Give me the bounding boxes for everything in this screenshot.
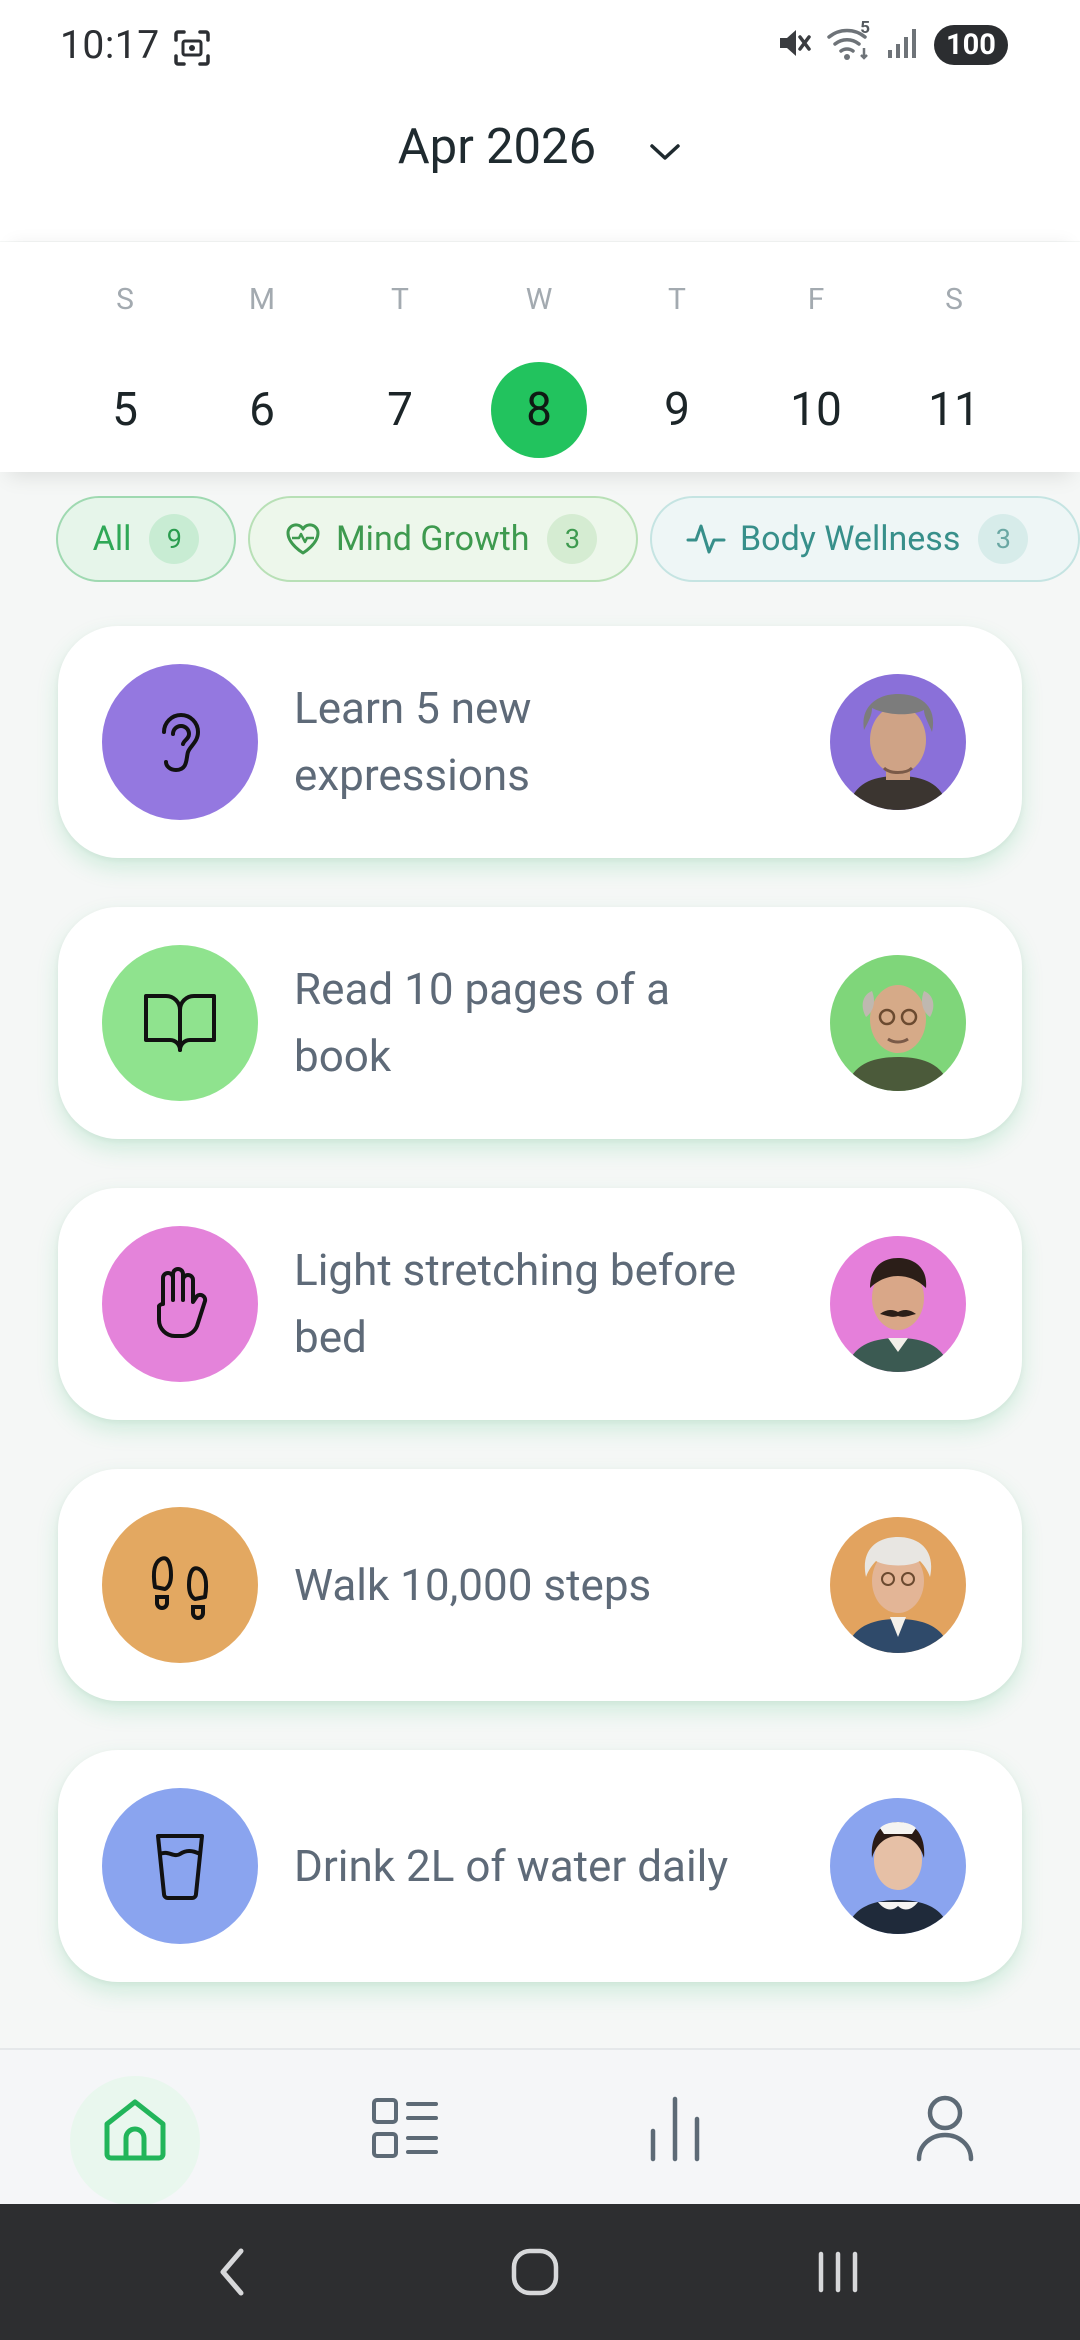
- habit-title: Drink 2L of water daily: [294, 1839, 729, 1892]
- filter-chip-body-wellness[interactable]: Body Wellness 3: [650, 496, 1080, 582]
- weekday-label: F: [807, 282, 825, 317]
- chip-label: Body Wellness: [740, 519, 961, 559]
- wifi-icon: 5: [826, 18, 872, 66]
- screenshot-icon: [172, 28, 212, 72]
- avatar: [830, 674, 966, 810]
- mute-icon: [774, 24, 812, 66]
- back-button[interactable]: [172, 2204, 292, 2340]
- recents-icon: [818, 2251, 858, 2293]
- activity-icon: [686, 524, 726, 554]
- date-cell-selected[interactable]: 8: [489, 362, 589, 458]
- habit-icon-badge: [102, 1788, 258, 1944]
- date-cell[interactable]: 5: [75, 362, 175, 458]
- wifi-badge: 5: [860, 18, 870, 38]
- week-calendar: S M T W T F S 5 6 7 8 9 10 11: [0, 242, 1080, 472]
- system-navigation-bar: [0, 2204, 1080, 2340]
- glass-water-icon: [156, 1834, 204, 1900]
- weekday-label: S: [945, 282, 963, 317]
- profile-icon: [916, 2095, 974, 2162]
- nav-list[interactable]: [330, 2050, 480, 2206]
- chip-count: 9: [149, 514, 200, 564]
- chip-count: 3: [547, 514, 598, 564]
- footprints-icon: [151, 1556, 209, 1620]
- date-cell[interactable]: 11: [904, 362, 1004, 458]
- battery-indicator: 100: [934, 25, 1008, 65]
- filter-chip-mind-growth[interactable]: Mind Growth 3: [248, 496, 638, 582]
- date-cell[interactable]: 6: [212, 362, 312, 458]
- header: Apr 2026: [0, 96, 1080, 241]
- ear-icon: [162, 713, 201, 773]
- weekday-label: T: [668, 282, 686, 317]
- weekday-label: W: [525, 282, 553, 317]
- habit-icon-badge: [102, 945, 258, 1101]
- circle-home-icon: [511, 2248, 559, 2296]
- date-cell[interactable]: 7: [350, 362, 450, 458]
- habit-title: Read 10 pages of a book: [294, 963, 671, 1082]
- date-cell[interactable]: 10: [766, 362, 866, 458]
- habit-icon-badge: [102, 1226, 258, 1382]
- home-button[interactable]: [475, 2204, 595, 2340]
- weekday-label: M: [248, 282, 276, 317]
- weekday-label: T: [391, 282, 409, 317]
- heart-pulse-icon: [286, 523, 320, 555]
- avatar: [830, 1236, 966, 1372]
- habit-icon-badge: [102, 664, 258, 820]
- habit-title: Light stretching before bed: [294, 1244, 737, 1363]
- chevron-down-icon: [648, 118, 682, 175]
- month-label: Apr 2026: [397, 118, 597, 175]
- recents-button[interactable]: [778, 2204, 898, 2340]
- habit-card[interactable]: Learn 5 new expressions: [58, 626, 1022, 858]
- status-bar: 10:17 5 100: [0, 0, 1080, 96]
- selected-date: 8: [491, 362, 587, 458]
- signal-icon: [886, 26, 920, 64]
- weekday-label: S: [116, 282, 134, 317]
- habit-card[interactable]: Walk 10,000 steps: [58, 1469, 1022, 1701]
- stats-icon: [650, 2096, 700, 2162]
- chip-count: 3: [978, 514, 1029, 564]
- nav-stats[interactable]: [600, 2050, 750, 2206]
- hand-icon: [157, 1267, 208, 1338]
- habit-title: Walk 10,000 steps: [294, 1558, 652, 1611]
- habit-card[interactable]: Drink 2L of water daily: [58, 1750, 1022, 1982]
- avatar: [830, 1798, 966, 1934]
- filter-chip-all[interactable]: All 9: [56, 496, 236, 582]
- nav-home[interactable]: [60, 2050, 210, 2206]
- month-selector[interactable]: Apr 2026: [0, 118, 1080, 175]
- habit-card[interactable]: Read 10 pages of a book: [58, 907, 1022, 1139]
- home-icon: [104, 2099, 166, 2161]
- book-open-icon: [144, 994, 216, 1052]
- status-time: 10:17: [60, 22, 160, 68]
- avatar: [830, 1517, 966, 1653]
- bottom-navigation: [0, 2048, 1080, 2206]
- nav-profile[interactable]: [870, 2050, 1020, 2206]
- category-filters: All 9 Mind Growth 3 Body Wellness 3: [56, 496, 1080, 586]
- date-cell[interactable]: 9: [627, 362, 727, 458]
- habit-title: Learn 5 new expressions: [294, 682, 532, 801]
- list-icon: [372, 2098, 438, 2158]
- habit-icon-badge: [102, 1507, 258, 1663]
- habit-card[interactable]: Light stretching before bed: [58, 1188, 1022, 1420]
- chip-label: Mind Growth: [336, 519, 530, 559]
- chip-label: All: [92, 519, 132, 559]
- back-icon: [220, 2248, 244, 2296]
- avatar: [830, 955, 966, 1091]
